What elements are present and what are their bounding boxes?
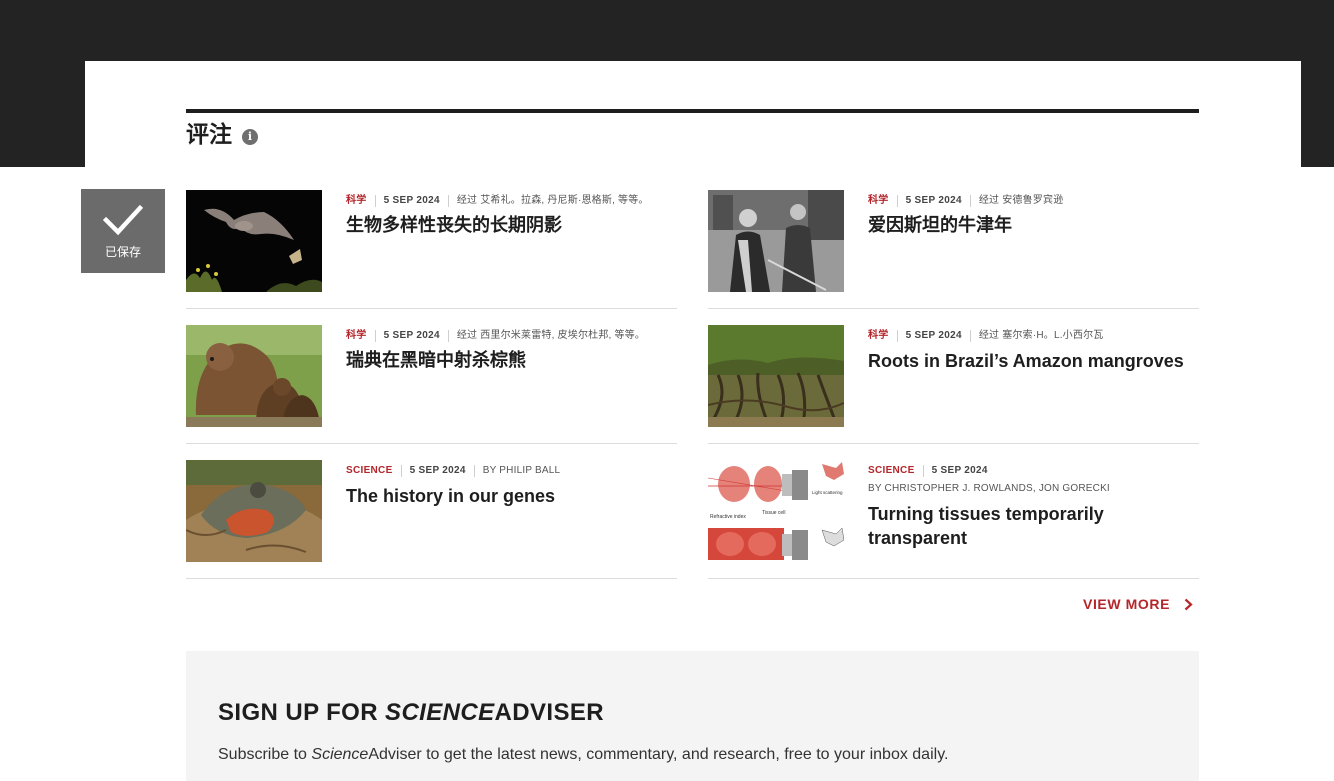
meta-divider xyxy=(447,330,449,342)
article-thumbnail[interactable] xyxy=(708,190,844,292)
meta-divider xyxy=(473,465,475,477)
saved-badge[interactable]: 已保存 xyxy=(81,189,165,273)
article-card[interactable]: 科学 5 SEP 2024 经过 艾希礼。拉森, 丹尼斯·恩格斯, 等等。 生物… xyxy=(186,190,677,309)
signup-description: Subscribe to ScienceAdviser to get the l… xyxy=(218,746,949,763)
meta-divider xyxy=(896,330,898,342)
historic-photo-image xyxy=(708,190,844,292)
mangrove-roots-image xyxy=(708,325,844,427)
article-byline: 经过 塞尔索·H。L.小西尔瓦 xyxy=(978,330,1104,341)
article-card[interactable]: SCIENCE 5 SEP 2024 BY PHILIP BALL The hi… xyxy=(186,460,677,579)
diagram-label: Light scattering xyxy=(812,490,843,495)
signup-panel: SIGN UP FOR SCIENCEADVISER Subscribe to … xyxy=(186,651,1199,781)
article-date: 5 SEP 2024 xyxy=(905,330,962,341)
article-card[interactable]: 科学 5 SEP 2024 经过 安德鲁罗宾逊 爱因斯坦的牛津年 xyxy=(708,190,1199,309)
article-category[interactable]: 科学 xyxy=(868,329,889,343)
article-title[interactable]: 爱因斯坦的牛津年 xyxy=(868,214,1199,238)
view-more-link[interactable]: VIEW MORE xyxy=(1083,596,1193,612)
meta-divider xyxy=(447,195,449,207)
article-category[interactable]: 科学 xyxy=(868,194,889,208)
checkmark-icon xyxy=(103,204,143,235)
meta-divider xyxy=(896,195,898,207)
article-byline: BY CHRISTOPHER J. ROWLANDS, JON GORECKI xyxy=(868,483,1110,494)
article-thumbnail[interactable] xyxy=(708,325,844,427)
meta-divider xyxy=(400,465,402,477)
diagram-label: Tissue cell xyxy=(762,510,785,516)
article-byline: 经过 西里尔米莱雷特, 皮埃尔杜邦, 等等。 xyxy=(456,330,646,341)
article-card[interactable]: Refractive index Tissue cell Light scatt… xyxy=(708,460,1199,579)
brown-bears-image xyxy=(186,325,322,427)
article-title[interactable]: Roots in Brazil’s Amazon mangroves xyxy=(868,349,1199,373)
article-thumbnail[interactable]: Refractive index Tissue cell Light scatt… xyxy=(708,460,844,562)
chevron-right-icon xyxy=(1184,598,1193,610)
meta-divider xyxy=(969,195,971,207)
article-thumbnail[interactable] xyxy=(186,190,322,292)
diagram-label: Refractive index xyxy=(710,514,746,520)
view-more-label: VIEW MORE xyxy=(1083,596,1171,612)
article-category[interactable]: SCIENCE xyxy=(868,464,915,478)
meta-divider xyxy=(969,330,971,342)
article-date: 5 SEP 2024 xyxy=(931,465,988,476)
article-thumbnail[interactable] xyxy=(186,325,322,427)
article-title[interactable]: Turning tissues temporarily transparent xyxy=(868,502,1199,550)
article-title[interactable]: The history in our genes xyxy=(346,484,677,508)
signup-heading: SIGN UP FOR SCIENCEADVISER xyxy=(218,699,605,726)
article-category[interactable]: 科学 xyxy=(346,194,367,208)
section-header: 评注 i xyxy=(186,120,258,150)
article-thumbnail[interactable] xyxy=(186,460,322,562)
article-byline: 经过 安德鲁罗宾逊 xyxy=(978,195,1064,206)
article-date: 5 SEP 2024 xyxy=(383,330,440,341)
article-title[interactable]: 生物多样性丧失的长期阴影 xyxy=(346,214,677,238)
section-rule xyxy=(186,109,1199,113)
bird-nest-image xyxy=(186,460,322,562)
article-date: 5 SEP 2024 xyxy=(409,465,466,476)
article-byline: 经过 艾希礼。拉森, 丹尼斯·恩格斯, 等等。 xyxy=(456,195,649,206)
article-card[interactable]: 科学 5 SEP 2024 经过 塞尔索·H。L.小西尔瓦 Roots in B… xyxy=(708,325,1199,444)
tissue-diagram-image: Refractive index Tissue cell Light scatt… xyxy=(708,460,844,562)
article-title[interactable]: 瑞典在黑暗中射杀棕熊 xyxy=(346,349,677,373)
article-card[interactable]: 科学 5 SEP 2024 经过 西里尔米莱雷特, 皮埃尔杜邦, 等等。 瑞典在… xyxy=(186,325,677,444)
article-category[interactable]: 科学 xyxy=(346,329,367,343)
article-byline: BY PHILIP BALL xyxy=(482,465,561,476)
section-title: 评注 xyxy=(186,122,232,148)
info-icon[interactable]: i xyxy=(242,128,258,145)
article-category[interactable]: SCIENCE xyxy=(346,464,393,478)
article-date: 5 SEP 2024 xyxy=(383,195,440,206)
article-date: 5 SEP 2024 xyxy=(905,195,962,206)
meta-divider xyxy=(374,330,376,342)
bat-and-moth-image xyxy=(186,190,322,292)
meta-divider xyxy=(922,465,924,477)
meta-divider xyxy=(374,195,376,207)
saved-label: 已保存 xyxy=(104,244,141,259)
